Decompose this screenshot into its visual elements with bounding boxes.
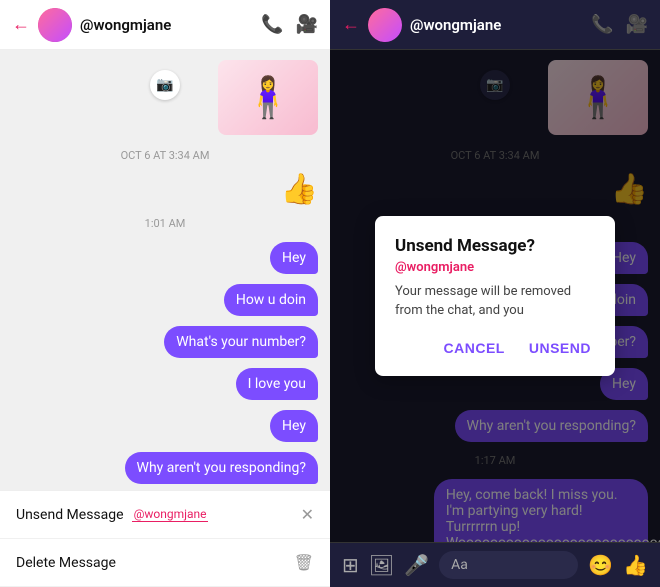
unsend-label: Unsend Message (16, 507, 124, 523)
bubble-hey2: Hey (270, 410, 318, 442)
bubble-hey: Hey (270, 242, 318, 274)
trash-icon: 🗑 (294, 553, 314, 572)
right-phone-icon[interactable]: 📞 (591, 14, 613, 35)
like-sticker: 👍 (12, 172, 318, 207)
delete-message-item[interactable]: Delete Message 🗑 (0, 539, 330, 587)
thumbs-up-icon: 👍 (281, 172, 318, 207)
story-header: 📷 🧍‍♀️ (12, 60, 318, 135)
right-username-label: @wongmjane (410, 16, 583, 34)
right-header: ← @wongmjane 📞 🎥 (330, 0, 660, 50)
message-number[interactable]: What's your number? (12, 326, 318, 358)
close-icon: ✕ (301, 505, 314, 524)
right-chat-area: 📷 🧍‍♀️ OCT 6 AT 3:34 AM 👍 1:01 AM Hey Ho… (330, 50, 660, 542)
grid-icon[interactable]: ⊞ (342, 553, 359, 577)
unsend-item-left: Unsend Message @wongmjane (16, 507, 208, 523)
username-label: @wongmjane (80, 16, 253, 34)
right-header-icons: 📞 🎥 (591, 14, 648, 35)
bubble-love: I love you (236, 368, 318, 400)
aa-label: Aa (451, 557, 468, 573)
bubble-howudoin: How u doin (224, 284, 318, 316)
unsend-message-item[interactable]: Unsend Message @wongmjane ✕ (0, 491, 330, 539)
dialog-overlay: Unsend Message? @wongmjane Your message … (330, 50, 660, 542)
timestamp-101: 1:01 AM (12, 217, 318, 230)
delete-item-left: Delete Message (16, 555, 116, 571)
message-hey2[interactable]: Hey (12, 410, 318, 442)
left-chat-area: 📷 🧍‍♀️ OCT 6 AT 3:34 AM 👍 1:01 AM Hey Ho… (0, 50, 330, 490)
back-button[interactable]: ← (12, 14, 30, 35)
right-back-button[interactable]: ← (342, 14, 360, 35)
story-image: 🧍‍♀️ (218, 60, 318, 135)
header-icons: 📞 🎥 (261, 14, 318, 35)
action-sheet: Unsend Message @wongmjane ✕ Delete Messa… (0, 490, 330, 587)
unsend-button[interactable]: UNSEND (525, 336, 595, 360)
bubble-responding: Why aren't you responding? (125, 452, 318, 484)
message-love[interactable]: I love you (12, 368, 318, 400)
timestamp-oct6: OCT 6 AT 3:34 AM (12, 149, 318, 162)
right-toolbar: ⊞ 🖼 🎤 Aa 😊 👍 (330, 542, 660, 587)
video-icon[interactable]: 🎥 (296, 14, 318, 35)
unsend-dialog: Unsend Message? @wongmjane Your message … (375, 216, 615, 375)
dialog-username: @wongmjane (395, 260, 595, 275)
right-video-icon[interactable]: 🎥 (626, 14, 648, 35)
left-header: ← @wongmjane 📞 🎥 (0, 0, 330, 50)
message-hey[interactable]: Hey (12, 242, 318, 274)
dialog-body: Your message will be removed from the ch… (395, 283, 595, 319)
story-figure: 🧍‍♀️ (243, 74, 293, 121)
mic-icon[interactable]: 🎤 (404, 553, 429, 577)
right-panel: ← @wongmjane 📞 🎥 📷 🧍‍♀️ OCT 6 AT 3:34 AM… (330, 0, 660, 587)
avatar (38, 8, 72, 42)
message-howudoin[interactable]: How u doin (12, 284, 318, 316)
unsend-username-badge: @wongmjane (132, 507, 209, 522)
message-responding[interactable]: Why aren't you responding? (12, 452, 318, 484)
sticker-icon[interactable]: 😊 (588, 553, 613, 577)
dialog-actions: CANCEL UNSEND (395, 336, 595, 360)
delete-label: Delete Message (16, 555, 116, 571)
camera-icon: 📷 (150, 70, 180, 100)
phone-icon[interactable]: 📞 (261, 14, 283, 35)
bubble-number: What's your number? (164, 326, 318, 358)
dialog-title: Unsend Message? (395, 236, 595, 256)
left-panel: ← @wongmjane 📞 🎥 📷 🧍‍♀️ OCT 6 AT 3:34 AM… (0, 0, 330, 587)
cancel-button[interactable]: CANCEL (440, 336, 509, 360)
right-avatar (368, 8, 402, 42)
like-icon[interactable]: 👍 (623, 553, 648, 577)
image-icon[interactable]: 🖼 (369, 553, 394, 577)
message-input[interactable]: Aa (439, 551, 578, 579)
